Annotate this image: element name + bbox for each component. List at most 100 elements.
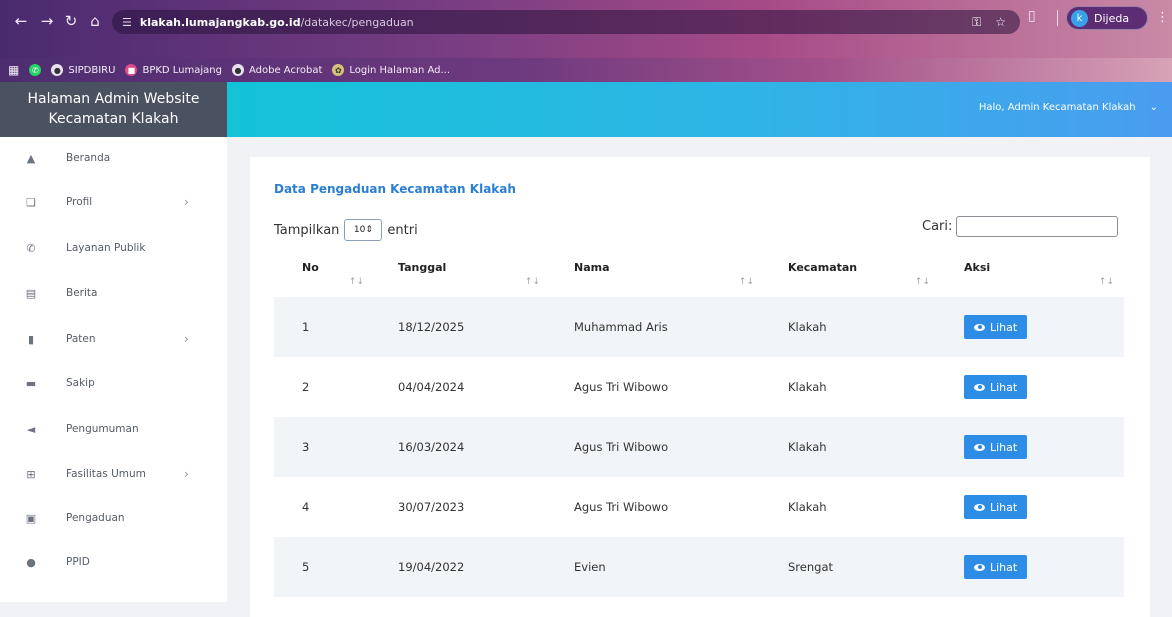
chevron-right-icon: › bbox=[184, 467, 189, 481]
bookmark-icon: ▮ bbox=[27, 332, 35, 346]
chevron-down-icon: ⌄ bbox=[1149, 102, 1158, 113]
cell-nama: Agus Tri Wibowo bbox=[574, 380, 669, 394]
sort-icon: ↑↓ bbox=[524, 277, 540, 287]
back-icon[interactable]: ← bbox=[8, 8, 34, 34]
sidebar-item-berita[interactable]: ▤ Berita bbox=[0, 278, 227, 308]
browser-menu-icon[interactable]: ⋮ bbox=[1156, 10, 1169, 25]
table-row: 2 04/04/2024 Agus Tri Wibowo Klakah Liha… bbox=[274, 357, 1124, 417]
cell-nama: Muhammad Aris bbox=[550, 297, 764, 357]
cell-tanggal: 30/07/2023 bbox=[398, 500, 465, 514]
column-header-kecamatan[interactable]: Kecamatan ↑↓ bbox=[764, 255, 940, 297]
cell-aksi: Lihat bbox=[940, 357, 1124, 417]
eye-icon bbox=[974, 443, 985, 451]
sort-icon: ↑↓ bbox=[1098, 277, 1114, 287]
cell-tanggal: 04/04/2024 bbox=[398, 380, 465, 394]
cell-tanggal: 16/03/2024 bbox=[374, 417, 550, 477]
bookmark-sipdbiru[interactable]: ● SIPDBIRU bbox=[51, 64, 115, 76]
sort-icon: ↑↓ bbox=[914, 277, 930, 287]
cell-aksi: Lihat bbox=[940, 477, 1124, 537]
sidebar-item-fasilitas-umum[interactable]: ⊞ Fasilitas Umum › bbox=[0, 459, 227, 489]
apps-grid-icon[interactable]: ▦ bbox=[8, 63, 19, 77]
eye-icon bbox=[974, 563, 985, 571]
user-menu[interactable]: Halo, Admin Kecamatan Klakah ⌄ bbox=[979, 102, 1158, 113]
cell-no: 5 bbox=[274, 537, 374, 597]
home-page-icon[interactable]: ⌂ bbox=[82, 8, 108, 34]
bookmarks-bar: ▦ ✆ ● SIPDBIRU ■ BPKD Lumajang ● Adobe Acro… bbox=[0, 58, 1172, 82]
view-button[interactable]: Lihat bbox=[964, 435, 1028, 459]
message-icon: ▣ bbox=[25, 511, 37, 525]
globe-icon: ● bbox=[51, 64, 64, 76]
topbar: Halo, Admin Kecamatan Klakah ⌄ bbox=[227, 82, 1172, 137]
globe-icon: ● bbox=[231, 64, 244, 76]
bpkd-icon: ■ bbox=[125, 64, 138, 76]
sidebar-item-beranda[interactable]: ▲ Beranda bbox=[0, 143, 227, 173]
table-header-row: No ↑↓ Tanggal ↑↓ Nama ↑↓ Kecamatan ↑↓ Aksi ↑↓ bbox=[274, 255, 1124, 297]
whatsapp-icon[interactable]: ✆ bbox=[29, 64, 42, 76]
cell-nama: Agus Tri Wibowo bbox=[574, 500, 669, 514]
table-row: 4 30/07/2023 Agus Tri Wibowo Klakah Liha… bbox=[274, 477, 1124, 537]
column-header-nama[interactable]: Nama ↑↓ bbox=[550, 255, 764, 297]
url-host: klakah.lumajangkab.go.id bbox=[139, 15, 301, 29]
eye-icon bbox=[974, 503, 985, 511]
sidebar: Halaman Admin Website Kecamatan Klakah ▲… bbox=[0, 82, 227, 602]
cell-tanggal: 19/04/2022 bbox=[374, 537, 550, 597]
reload-icon[interactable]: ↻ bbox=[58, 8, 84, 34]
profile-status: Dijeda bbox=[1094, 11, 1130, 25]
cell-aksi: Lihat bbox=[940, 537, 1124, 597]
chevron-right-icon: › bbox=[184, 332, 189, 346]
sidebar-item-paten[interactable]: ▮ Paten › bbox=[0, 324, 227, 354]
table-row: 3 16/03/2024 Agus Tri Wibowo Klakah Liha… bbox=[274, 417, 1124, 477]
show-label: Tampilkan bbox=[274, 222, 340, 238]
cell-nama: Evien bbox=[550, 537, 764, 597]
sidebar-item-layanan-publik[interactable]: ✆ Layanan Publik bbox=[0, 233, 227, 263]
sidebar-item-pengumuman[interactable]: ◄ Pengumuman bbox=[0, 414, 227, 444]
phone-icon: ✆ bbox=[26, 241, 36, 255]
view-button[interactable]: Lihat bbox=[964, 495, 1028, 519]
password-key-icon[interactable]: ⚿ bbox=[972, 15, 981, 30]
cell-kecamatan: Klakah bbox=[788, 500, 827, 514]
cell-no: 2 bbox=[302, 380, 310, 394]
site-settings-icon[interactable]: ☰ bbox=[122, 16, 132, 29]
address-bar[interactable]: ☰ klakah.lumajangkab.go.id/datakec/penga… bbox=[112, 10, 1020, 34]
sort-arrows-icon: ⇕ bbox=[365, 225, 373, 235]
cell-kecamatan: Klakah bbox=[788, 380, 827, 394]
eye-icon bbox=[974, 383, 985, 391]
table-row: 5 19/04/2022 Evien Srengat Lihat bbox=[274, 537, 1124, 597]
profile-button[interactable]: k Dijeda bbox=[1066, 6, 1148, 30]
page-title: Data Pengaduan Kecamatan Klakah bbox=[274, 182, 516, 196]
column-header-tanggal[interactable]: Tanggal ↑↓ bbox=[374, 255, 550, 297]
cell-aksi: Lihat bbox=[940, 297, 1124, 357]
cell-no: 3 bbox=[274, 417, 374, 477]
column-header-no[interactable]: No ↑↓ bbox=[274, 255, 374, 297]
sidebar-item-ppid[interactable]: ● PPID bbox=[0, 547, 227, 577]
profile-avatar: k bbox=[1071, 9, 1088, 27]
sidebar-item-profil[interactable]: ❏ Profil › bbox=[0, 187, 227, 217]
cell-kecamatan: Srengat bbox=[764, 537, 940, 597]
extensions-icon[interactable]: ▯ bbox=[1028, 8, 1036, 24]
cell-no: 1 bbox=[274, 297, 374, 357]
sidebar-item-pengaduan[interactable]: ▣ Pengaduan bbox=[0, 503, 227, 533]
cell-nama: Agus Tri Wibowo bbox=[550, 417, 764, 477]
bookmark-bpkd[interactable]: ■ BPKD Lumajang bbox=[125, 64, 222, 76]
view-button[interactable]: Lihat bbox=[964, 375, 1028, 399]
sort-icon: ↑↓ bbox=[348, 277, 364, 287]
url-path: /datakec/pengaduan bbox=[300, 15, 414, 29]
home-icon: ▲ bbox=[26, 151, 36, 165]
chevron-right-icon: › bbox=[184, 195, 189, 209]
bookmark-adobe[interactable]: ● Adobe Acrobat bbox=[231, 64, 322, 76]
view-button[interactable]: Lihat bbox=[964, 555, 1028, 579]
bookmark-login[interactable]: ✿ Login Halaman Ad... bbox=[332, 64, 450, 76]
cell-tanggal: 18/12/2025 bbox=[374, 297, 550, 357]
emblem-icon: ✿ bbox=[332, 64, 345, 76]
page-length-select[interactable]: 10 ⇕ bbox=[344, 219, 383, 241]
sidebar-item-sakip[interactable]: ▬ Sakip bbox=[0, 368, 227, 398]
cell-aksi: Lihat bbox=[940, 417, 1124, 477]
search-input[interactable] bbox=[956, 216, 1119, 237]
bookmark-star-icon[interactable]: ☆ bbox=[995, 15, 1006, 29]
cell-no: 4 bbox=[302, 500, 310, 514]
forward-icon[interactable]: → bbox=[34, 8, 60, 34]
column-header-aksi[interactable]: Aksi ↑↓ bbox=[940, 255, 1124, 297]
view-button[interactable]: Lihat bbox=[964, 315, 1028, 339]
grid-icon: ⊞ bbox=[26, 467, 36, 481]
cell-kecamatan: Klakah bbox=[764, 297, 940, 357]
